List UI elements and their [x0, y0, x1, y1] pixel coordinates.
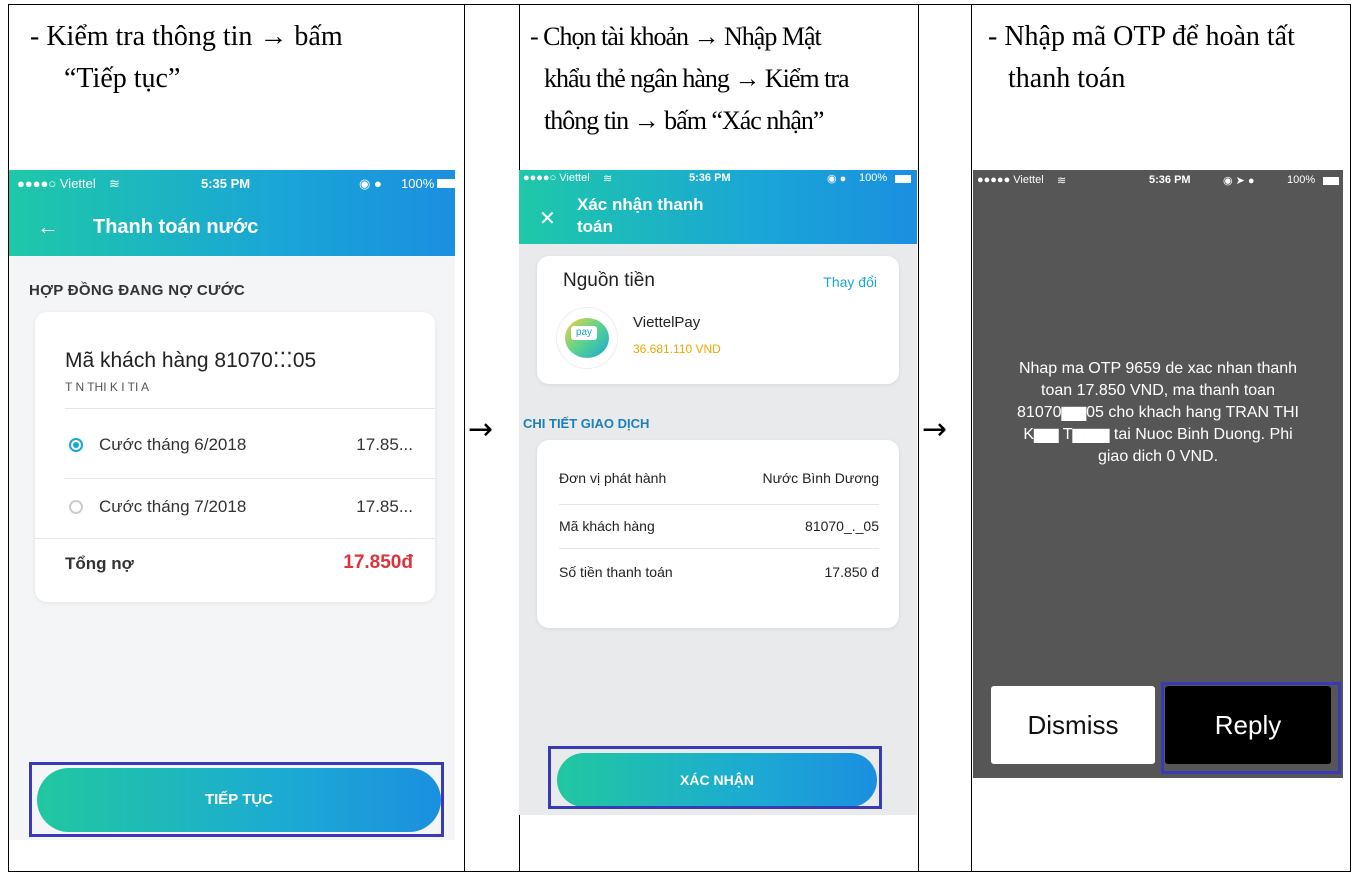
column-divider: [918, 5, 919, 871]
caption-line: bấm: [294, 21, 343, 52]
radio-selected[interactable]: [69, 438, 83, 452]
bill-amount: 17.85...: [356, 435, 413, 454]
status-bar: ●●●●● Viettel ≋ 5:36 PM ◉ ➤ ● 100%: [973, 170, 1343, 190]
arrow-right-icon: →: [468, 412, 494, 447]
detail-value: 17.850 đ: [824, 564, 880, 580]
caption-line: Nhập Mật: [724, 22, 822, 51]
arrow-icon: →: [259, 21, 288, 52]
carrier-label: ●●●●● Viettel: [977, 174, 1044, 186]
wallet-balance: 36.681.110 VND: [633, 342, 721, 356]
caption-line: “Tiếp tục”: [64, 63, 181, 94]
change-link[interactable]: Thay đổi: [823, 274, 877, 290]
radio-unselected[interactable]: [69, 500, 83, 514]
bill-label: Cước tháng 7/2018: [99, 497, 247, 516]
step2-caption: - Chọn tài khoản → Nhập Mật khẩu thẻ ngâ…: [530, 16, 850, 142]
battery-label: 100%: [1287, 174, 1316, 186]
highlight-box: [1161, 682, 1341, 774]
caption-line: - Chọn tài khoản: [530, 22, 689, 51]
screen-payment-water: ●●●●○ Viettel ≋ 5:35 PM ◉ ● 100% ← Thanh…: [9, 170, 455, 840]
status-bar: ●●●●○ Viettel ≋ 5:35 PM ◉ ● 100%: [9, 170, 455, 196]
wifi-icon: ≋: [109, 176, 120, 191]
step1-caption: - Kiểm tra thông tin → bấm “Tiếp tục”: [30, 16, 343, 100]
section-title: HỢP ĐỒNG ĐANG NỢ CƯỚC: [29, 282, 246, 299]
divider: [35, 538, 435, 539]
message-line: 81070▆▆05 cho khach hang TRAN THI: [1017, 404, 1299, 421]
bill-row[interactable]: Cước tháng 7/2018 17.85...: [35, 480, 435, 536]
carrier-label: ●●●●○ Viettel: [17, 176, 96, 191]
bill-row[interactable]: Cước tháng 6/2018 17.85...: [35, 410, 435, 478]
battery-icon: [895, 175, 911, 183]
divider: [559, 548, 879, 549]
caption-line: Kiểm tra: [764, 64, 850, 93]
source-label: Nguồn tiền: [563, 270, 655, 291]
arrow-icon: →: [693, 22, 720, 51]
page-title: Xác nhận thanh toán: [577, 194, 704, 238]
title-line: toán: [577, 217, 613, 236]
bill-label: Cước tháng 6/2018: [99, 435, 247, 454]
caption-line: thanh toán: [1008, 63, 1126, 94]
wallet-name: ViettelPay: [633, 314, 701, 331]
location-icon: ◉ ➤ ●: [1223, 175, 1255, 187]
carrier-label: ●●●●○ Viettel: [523, 172, 590, 184]
wifi-icon: ≋: [603, 173, 613, 185]
clock: 5:36 PM: [689, 172, 731, 184]
message-line: Nhap ma OTP 9659 de xac nhan thanh: [1018, 360, 1298, 377]
contract-card: Mã khách hàng 81070⁚⁚⁚05 T N THI K I TI …: [35, 312, 435, 602]
detail-label: Số tiền thanh toán: [559, 564, 673, 580]
highlight-box: [29, 762, 444, 837]
wifi-icon: ≋: [1057, 175, 1067, 187]
lock-icon: ◉ ●: [827, 173, 847, 185]
battery-icon: [437, 179, 455, 188]
title-line: Xác nhận thanh: [577, 195, 704, 214]
message-line: toan 17.850 VND, ma thanh toan: [1041, 382, 1275, 399]
caption-line: - Kiểm tra thông tin: [30, 21, 253, 52]
screen-confirm-payment: ●●●●○ Viettel ≋ 5:36 PM ◉ ● 100% ✕ Xác n…: [519, 170, 917, 815]
otp-message: Nhap ma OTP 9659 de xac nhan thanh toan …: [973, 358, 1343, 468]
column-divider: [464, 5, 465, 871]
total-label: Tổng nợ: [65, 554, 134, 573]
message-line: K▆▆ T▆▆▆ tai Nuoc Binh Duong. Phi: [1023, 426, 1293, 443]
status-bar: ●●●●○ Viettel ≋ 5:36 PM ◉ ● 100%: [519, 170, 917, 190]
battery-icon: [1323, 177, 1339, 185]
caption-line: bấm “Xác nhận”: [664, 106, 824, 135]
caption-line: - Nhập mã OTP để hoàn tất: [988, 21, 1295, 52]
page-title: Thanh toán nước: [93, 216, 259, 238]
column-divider: [971, 5, 972, 871]
close-icon[interactable]: ✕: [539, 206, 556, 231]
battery-label: 100%: [859, 172, 888, 184]
detail-value: 81070_._05: [805, 518, 879, 534]
divider: [65, 408, 435, 409]
caption-line: thông tin: [544, 106, 629, 135]
detail-card: Đơn vị phát hành Nước Bình Dương Mã khác…: [537, 440, 899, 628]
battery-label: 100%: [401, 176, 435, 191]
customer-name: T N THI K I TI A: [65, 380, 150, 394]
detail-label: Mã khách hàng: [559, 518, 655, 534]
clock: 5:35 PM: [201, 176, 251, 191]
bill-amount: 17.85...: [356, 497, 413, 516]
detail-label: Đơn vị phát hành: [559, 470, 667, 486]
divider: [65, 478, 435, 479]
viettelpay-logo: pay: [557, 308, 617, 368]
step3-caption: - Nhập mã OTP để hoàn tất thanh toán: [988, 16, 1295, 100]
arrow-icon: →: [734, 64, 760, 93]
clock: 5:36 PM: [1149, 174, 1191, 186]
message-line: giao dich 0 VND.: [1097, 448, 1219, 465]
back-arrow-icon[interactable]: ←: [37, 214, 59, 240]
arrow-right-icon: →: [922, 412, 948, 447]
total-value: 17.850đ: [343, 552, 413, 573]
section-title: CHI TIẾT GIAO DỊCH: [523, 416, 650, 431]
dismiss-button[interactable]: Dismiss: [991, 686, 1155, 764]
lock-icon: ◉ ●: [359, 176, 382, 191]
caption-line: khẩu thẻ ngân hàng: [544, 64, 730, 93]
customer-code: Mã khách hàng 81070⁚⁚⁚05: [65, 349, 317, 372]
logo-text: pay: [571, 326, 597, 340]
source-card: Nguồn tiền Thay đổi pay ViettelPay 36.68…: [537, 256, 899, 384]
detail-value: Nước Bình Dương: [762, 470, 879, 486]
arrow-icon: →: [633, 106, 660, 135]
divider: [559, 504, 879, 505]
highlight-box: [548, 746, 882, 809]
